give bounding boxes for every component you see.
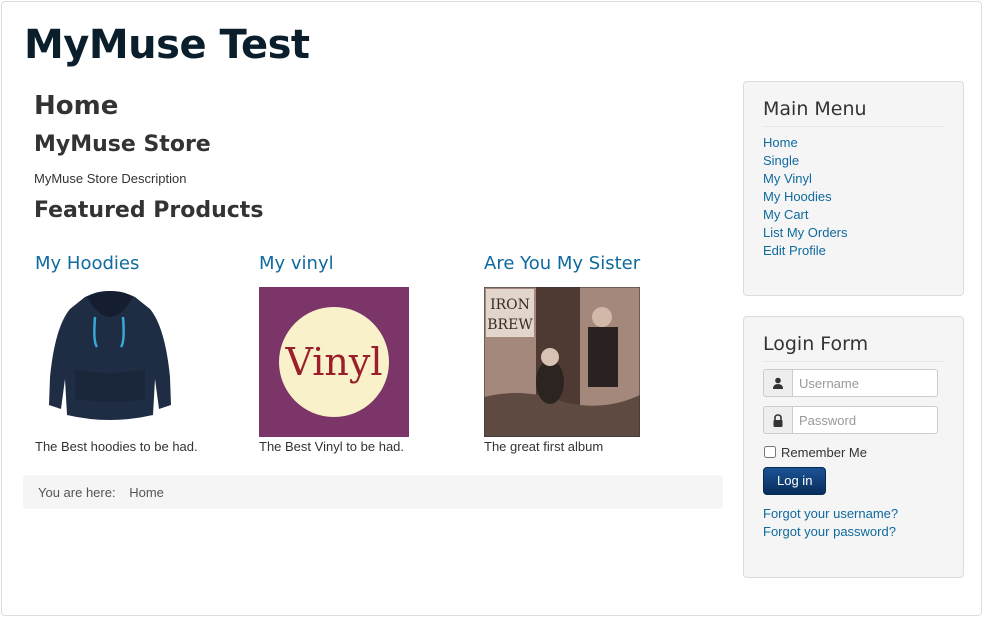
password-row [763, 406, 944, 434]
remember-me-label: Remember Me [781, 444, 867, 460]
product-card: My vinyl Vinyl The Best Vinyl to be had. [259, 253, 469, 454]
product-title-link[interactable]: Are You My Sister [484, 253, 694, 277]
menu-item-my-cart[interactable]: My Cart [763, 207, 809, 222]
product-description: The Best Vinyl to be had. [259, 439, 405, 454]
product-title-link[interactable]: My Hoodies [35, 253, 245, 277]
breadcrumb: You are here: Home [23, 475, 723, 509]
breadcrumb-label: You are here: [38, 485, 116, 500]
lock-icon [763, 406, 792, 434]
menu-item-list-my-orders[interactable]: List My Orders [763, 225, 848, 240]
page-heading: Home [34, 91, 119, 121]
site-title[interactable]: MyMuse Test [24, 22, 310, 68]
product-description: The Best hoodies to be had. [35, 439, 198, 454]
remember-me[interactable]: Remember Me [763, 443, 944, 461]
forgot-password-link[interactable]: Forgot your password? [763, 524, 896, 539]
store-description: MyMuse Store Description [34, 171, 187, 186]
product-title-link[interactable]: My vinyl [259, 253, 469, 277]
menu-item-home[interactable]: Home [763, 135, 798, 150]
menu-item-single[interactable]: Single [763, 153, 799, 168]
breadcrumb-item-home: Home [129, 485, 164, 500]
product-card: Are You My Sister IRON BREW The great fi… [483, 253, 694, 454]
menu-item-edit-profile[interactable]: Edit Profile [763, 243, 826, 258]
login-links: Forgot your username? Forgot your passwo… [763, 505, 944, 541]
album-text-mid: BREW [487, 317, 533, 333]
login-form-module: Login Form Remember Me Log in Forgot you… [743, 316, 964, 578]
product-card: My Hoodies The Best hoodies to be had. [35, 253, 245, 454]
main-menu-module: Main Menu Home Single My Vinyl My Hoodie… [743, 81, 964, 296]
user-icon [763, 369, 792, 397]
login-button[interactable]: Log in [763, 467, 827, 495]
featured-heading: Featured Products [34, 198, 264, 223]
product-description: The great first album [484, 439, 604, 454]
remember-me-checkbox[interactable] [764, 446, 776, 458]
username-input[interactable] [792, 369, 938, 397]
forgot-username-link[interactable]: Forgot your username? [763, 506, 898, 521]
menu-item-my-vinyl[interactable]: My Vinyl [763, 171, 812, 186]
page-frame: MyMuse Test Home MyMuse Store MyMuse Sto… [1, 1, 982, 616]
hoodie-image[interactable] [45, 287, 175, 430]
album-cover-image[interactable]: IRON BREW [483, 286, 641, 440]
store-heading: MyMuse Store [34, 132, 211, 157]
menu-item-my-hoodies[interactable]: My Hoodies [763, 189, 832, 204]
album-text-top: IRON [490, 297, 530, 313]
password-input[interactable] [792, 406, 938, 434]
username-row [763, 369, 944, 397]
vinyl-image[interactable]: Vinyl [259, 287, 409, 440]
main-menu-title: Main Menu [763, 98, 944, 127]
login-form-title: Login Form [763, 333, 944, 362]
vinyl-image-text: Vinyl [284, 340, 382, 384]
main-menu-list: Home Single My Vinyl My Hoodies My Cart … [763, 134, 944, 260]
